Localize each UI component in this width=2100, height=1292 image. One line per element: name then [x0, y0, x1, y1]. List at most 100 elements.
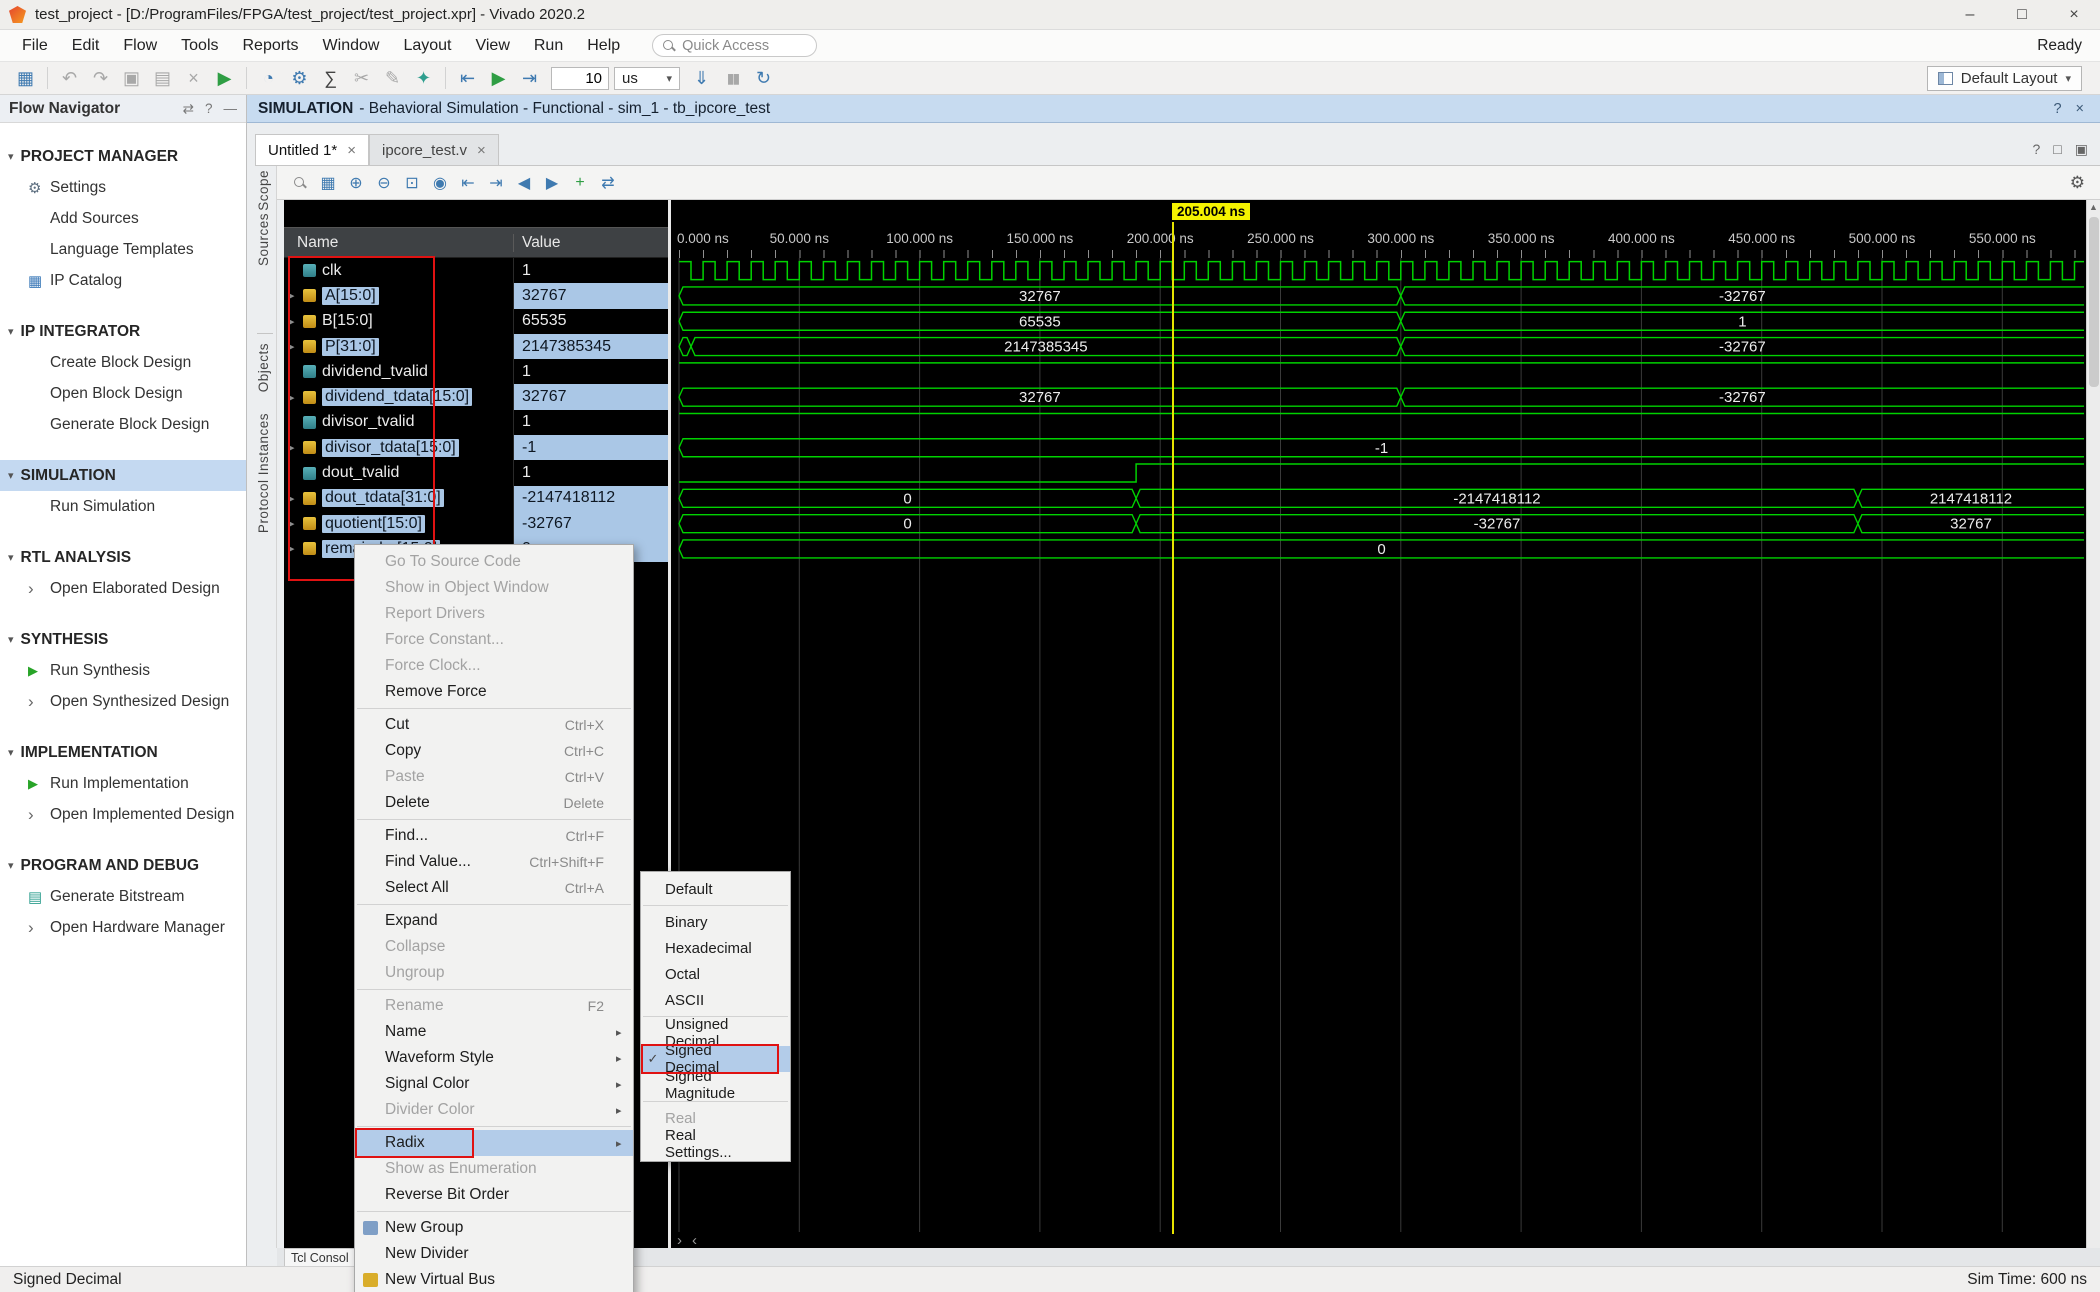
side-tab-sources[interactable]: Sources: [256, 213, 271, 266]
menu-run[interactable]: Run: [522, 33, 575, 59]
maximize-pane-icon[interactable]: ▣: [2075, 141, 2088, 158]
menu-item-select-all[interactable]: Select AllCtrl+A: [355, 875, 633, 901]
expander-icon[interactable]: ▸: [289, 289, 303, 302]
flow-item-run-implementation[interactable]: ▶Run Implementation: [0, 768, 246, 799]
tab-ipcore-test-v[interactable]: ipcore_test.v×: [369, 134, 499, 165]
menu-item-name[interactable]: Name▸: [355, 1019, 633, 1045]
undo-icon[interactable]: ↶: [54, 65, 85, 91]
scroll-up-icon[interactable]: ▲: [2087, 200, 2100, 215]
expander-icon[interactable]: ▸: [289, 391, 303, 404]
time-cursor[interactable]: [1172, 222, 1174, 1234]
goto-end-icon[interactable]: ⇥: [482, 173, 510, 193]
scrollbar-thumb[interactable]: [2089, 217, 2099, 387]
signal-row-p-31-0[interactable]: ▸P[31:0]2147385345: [284, 334, 668, 359]
run-all-icon[interactable]: ▶: [483, 65, 514, 91]
quick-access-search[interactable]: Quick Access: [652, 34, 817, 57]
minimize-button[interactable]: –: [1944, 0, 1996, 30]
edit-icon[interactable]: ✎: [377, 65, 408, 91]
tab-help-icon[interactable]: ?: [2033, 141, 2041, 158]
signal-row-quotient-15-0[interactable]: ▸quotient[15:0]-32767: [284, 511, 668, 536]
expander-icon[interactable]: ›: [28, 695, 50, 709]
zoom-cursor-icon[interactable]: ◉: [426, 173, 454, 193]
menu-edit[interactable]: Edit: [60, 33, 112, 59]
menu-layout[interactable]: Layout: [391, 33, 463, 59]
settings-icon[interactable]: ⚙: [284, 65, 315, 91]
menu-item-octal[interactable]: Octal: [641, 961, 790, 987]
signal-row-clk[interactable]: clk1: [284, 258, 668, 283]
menu-reports[interactable]: Reports: [231, 33, 311, 59]
redo-icon[interactable]: ↷: [85, 65, 116, 91]
wave-settings-icon[interactable]: ⚙: [2070, 173, 2085, 193]
menu-help[interactable]: Help: [575, 33, 632, 59]
run-icon[interactable]: ▶: [209, 65, 240, 91]
menu-item-ascii[interactable]: ASCII: [641, 987, 790, 1013]
layout-select[interactable]: Default Layout▾: [1927, 66, 2082, 91]
add-marker-icon[interactable]: +: [566, 174, 594, 192]
signal-row-dout-tdata-31-0[interactable]: ▸dout_tdata[31:0]-2147418112: [284, 486, 668, 511]
menu-item-signal-color[interactable]: Signal Color▸: [355, 1071, 633, 1097]
menu-item-default[interactable]: Default: [641, 876, 790, 902]
flow-item-open-synthesized-design[interactable]: ›Open Synthesized Design: [0, 686, 246, 717]
close-tab-icon[interactable]: ×: [347, 142, 356, 159]
dashboard-icon[interactable]: ◔: [253, 65, 284, 91]
flow-item-ip-catalog[interactable]: ▦IP Catalog: [0, 265, 246, 296]
expander-icon[interactable]: ›: [28, 582, 50, 596]
menu-item-radix[interactable]: Radix▸: [355, 1130, 633, 1156]
menu-item-signed-magnitude[interactable]: Signed Magnitude: [641, 1072, 790, 1098]
copy-icon[interactable]: ▣: [116, 65, 147, 91]
clean-icon[interactable]: ✂: [346, 65, 377, 91]
dock-icon[interactable]: ⇄: [183, 101, 194, 117]
pause-icon[interactable]: ▮▮: [717, 65, 748, 91]
menu-item-find[interactable]: Find...Ctrl+F: [355, 823, 633, 849]
signal-row-a-15-0[interactable]: ▸A[15:0]32767: [284, 283, 668, 308]
flow-item-open-implemented-design[interactable]: ›Open Implemented Design: [0, 799, 246, 830]
flow-section-program-and-debug[interactable]: ▾PROGRAM AND DEBUG: [0, 850, 246, 881]
flow-item-generate-bitstream[interactable]: ▤Generate Bitstream: [0, 881, 246, 912]
sum-icon[interactable]: ∑: [315, 65, 346, 91]
flow-item-add-sources[interactable]: Add Sources: [0, 203, 246, 234]
vertical-scrollbar[interactable]: ▲: [2086, 200, 2100, 1255]
banner-close-icon[interactable]: ×: [2076, 101, 2084, 117]
flow-section-project-manager[interactable]: ▾PROJECT MANAGER: [0, 141, 246, 172]
flow-section-implementation[interactable]: ▾IMPLEMENTATION: [0, 737, 246, 768]
menu-item-copy[interactable]: CopyCtrl+C: [355, 738, 633, 764]
signal-row-divisor-tdata-15-0[interactable]: ▸divisor_tdata[15:0]-1: [284, 435, 668, 460]
signal-row-dividend-tdata-15-0[interactable]: ▸dividend_tdata[15:0]32767: [284, 384, 668, 409]
flow-item-language-templates[interactable]: Language Templates: [0, 234, 246, 265]
zoom-fit-icon[interactable]: ⊡: [398, 173, 426, 193]
goto-start-icon[interactable]: ⇤: [454, 173, 482, 193]
find-icon[interactable]: [286, 177, 314, 189]
expander-icon[interactable]: ▸: [289, 315, 303, 328]
menu-view[interactable]: View: [463, 33, 521, 59]
signal-row-dividend-tvalid[interactable]: dividend_tvalid1: [284, 359, 668, 384]
expander-icon[interactable]: ›: [28, 921, 50, 935]
restart-icon[interactable]: ⇤: [452, 65, 483, 91]
flow-item-run-simulation[interactable]: Run Simulation: [0, 491, 246, 522]
menu-flow[interactable]: Flow: [111, 33, 169, 59]
flow-item-open-hardware-manager[interactable]: ›Open Hardware Manager: [0, 912, 246, 943]
side-tab-scope[interactable]: Scope: [256, 170, 271, 211]
probe-icon[interactable]: ✦: [408, 65, 439, 91]
expander-icon[interactable]: ›: [28, 808, 50, 822]
expander-icon[interactable]: ▸: [289, 542, 303, 555]
flow-item-run-synthesis[interactable]: ▶Run Synthesis: [0, 655, 246, 686]
expander-icon[interactable]: ▸: [289, 441, 303, 454]
menu-item-waveform-style[interactable]: Waveform Style▸: [355, 1045, 633, 1071]
sim-time-unit-select[interactable]: us▾: [614, 67, 680, 90]
save-icon[interactable]: ▦: [314, 173, 342, 193]
flow-item-settings[interactable]: ⚙Settings: [0, 172, 246, 203]
zoom-in-icon[interactable]: ⊕: [342, 173, 370, 193]
float-window-icon[interactable]: □: [2053, 141, 2061, 158]
swap-cursor-icon[interactable]: ⇄: [594, 173, 622, 193]
menu-window[interactable]: Window: [311, 33, 392, 59]
flow-section-synthesis[interactable]: ▾SYNTHESIS: [0, 624, 246, 655]
save-icon[interactable]: ▦: [10, 65, 41, 91]
flow-item-generate-block-design[interactable]: Generate Block Design: [0, 409, 246, 440]
flow-section-rtl-analysis[interactable]: ▾RTL ANALYSIS: [0, 542, 246, 573]
menu-tools[interactable]: Tools: [169, 33, 230, 59]
banner-help-icon[interactable]: ?: [2053, 101, 2061, 117]
menu-item-expand[interactable]: Expand: [355, 908, 633, 934]
menu-item-delete[interactable]: DeleteDelete: [355, 790, 633, 816]
menu-item-find-value[interactable]: Find Value...Ctrl+Shift+F: [355, 849, 633, 875]
menu-item-cut[interactable]: CutCtrl+X: [355, 712, 633, 738]
